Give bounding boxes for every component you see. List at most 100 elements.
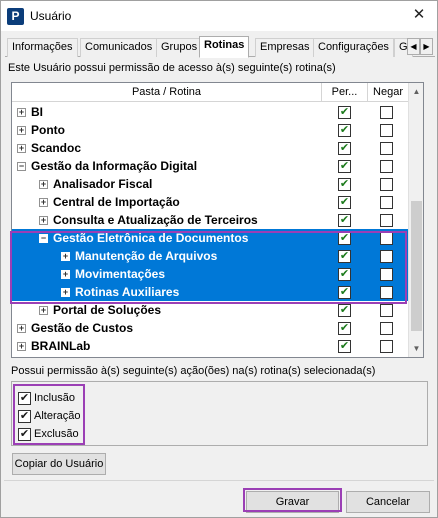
title-bar: P Usuário ✕ [1, 1, 437, 31]
expand-icon[interactable]: + [61, 270, 70, 279]
expand-icon[interactable]: + [39, 198, 48, 207]
inclusao-checkbox[interactable]: ✔ [18, 391, 31, 405]
deny-checkbox[interactable] [380, 340, 393, 353]
action-inclusao[interactable]: ✔ Inclusão [18, 390, 75, 406]
deny-checkbox[interactable] [380, 268, 393, 281]
deny-checkbox[interactable] [380, 160, 393, 173]
expand-icon[interactable]: + [39, 306, 48, 315]
header-path[interactable]: Pasta / Rotina [12, 83, 322, 102]
deny-checkbox[interactable] [380, 286, 393, 299]
tree-row[interactable]: + Movimentações ✔ [12, 265, 409, 283]
tree-row[interactable]: + Consulta e Atualização de Terceiros ✔ [12, 211, 409, 229]
scroll-up-icon[interactable]: ▲ [409, 83, 423, 100]
tab-rotinas[interactable]: Rotinas [199, 36, 250, 58]
grid-scrollbar[interactable]: ▲ ▼ [408, 83, 423, 357]
expand-icon[interactable]: + [61, 252, 70, 261]
tree-row[interactable]: − Gestão Eletrônica de Documentos ✔ [12, 229, 409, 247]
tree-row-label: Scandoc [31, 141, 82, 155]
tree-row[interactable]: + Rotinas Auxiliares ✔ [12, 283, 409, 301]
tree-row-label: Gestão de Custos [31, 321, 134, 335]
deny-checkbox[interactable] [380, 232, 393, 245]
tree-row[interactable]: + Manutenção de Arquivos ✔ [12, 247, 409, 265]
tree-row[interactable]: + BRAINLab ✔ [12, 337, 409, 355]
permit-checkbox[interactable]: ✔ [338, 250, 351, 263]
expand-icon[interactable]: + [17, 144, 26, 153]
tree-row-label: Manutenção de Arquivos [75, 249, 218, 263]
expand-icon[interactable]: + [39, 180, 48, 189]
tab-comunicados[interactable]: Comunicados [80, 38, 158, 57]
permit-checkbox[interactable]: ✔ [338, 160, 351, 173]
tree-row[interactable]: + Scandoc ✔ [12, 139, 409, 157]
deny-checkbox[interactable] [380, 142, 393, 155]
expand-icon[interactable]: + [39, 216, 48, 225]
tree-row[interactable]: + Central de Importação ✔ [12, 193, 409, 211]
permit-checkbox[interactable]: ✔ [338, 214, 351, 227]
copy-from-user-button[interactable]: Copiar do Usuário [12, 453, 106, 475]
permit-checkbox[interactable]: ✔ [338, 232, 351, 245]
action-alteracao[interactable]: ✔ Alteração [18, 408, 80, 424]
deny-checkbox[interactable] [380, 250, 393, 263]
deny-checkbox[interactable] [380, 322, 393, 335]
deny-checkbox[interactable] [380, 304, 393, 317]
cancel-button[interactable]: Cancelar [346, 491, 430, 513]
deny-checkbox[interactable] [380, 214, 393, 227]
expand-icon[interactable]: + [17, 342, 26, 351]
tab-bar: Informações Comunicados Grupos Rotinas E… [5, 36, 435, 58]
deny-checkbox[interactable] [380, 196, 393, 209]
permit-checkbox[interactable]: ✔ [338, 124, 351, 137]
alteracao-checkbox[interactable]: ✔ [18, 409, 31, 423]
deny-checkbox[interactable] [380, 178, 393, 191]
permit-checkbox[interactable]: ✔ [338, 340, 351, 353]
deny-checkbox[interactable] [380, 124, 393, 137]
expand-icon[interactable]: + [17, 126, 26, 135]
tree-row-label: Gestão da Informação Digital [31, 159, 198, 173]
permit-checkbox[interactable]: ✔ [338, 178, 351, 191]
scroll-thumb[interactable] [411, 201, 422, 331]
tab-empresas[interactable]: Empresas [255, 38, 315, 57]
expand-icon[interactable]: + [17, 108, 26, 117]
chevron-right-icon[interactable]: ▶ [420, 38, 433, 55]
expand-icon[interactable]: + [17, 324, 26, 333]
tree-row-label: Gestão Eletrônica de Documentos [53, 231, 249, 245]
alteracao-label: Alteração [34, 410, 81, 422]
exclusao-checkbox[interactable]: ✔ [18, 427, 31, 441]
tree-row-label: Analisador Fiscal [53, 177, 153, 191]
tab-scroll-buttons: ◀ ▶ [407, 38, 433, 55]
save-button[interactable]: Gravar [246, 491, 339, 513]
tree-row[interactable]: + Portal de Soluções ✔ [12, 301, 409, 319]
chevron-left-icon[interactable]: ◀ [407, 38, 420, 55]
tree-row[interactable]: + BI ✔ [12, 103, 409, 121]
inclusao-label: Inclusão [34, 392, 75, 404]
tree-row[interactable]: + Ponto ✔ [12, 121, 409, 139]
tree-row-label: Rotinas Auxiliares [75, 285, 180, 299]
permit-checkbox[interactable]: ✔ [338, 196, 351, 209]
tree-row[interactable]: − Gestão da Informação Digital ✔ [12, 157, 409, 175]
permit-checkbox[interactable]: ✔ [338, 106, 351, 119]
permit-checkbox[interactable]: ✔ [338, 142, 351, 155]
tab-grupos[interactable]: Grupos [156, 38, 203, 57]
grid-header: Pasta / Rotina Per... Negar [12, 83, 409, 102]
collapse-icon[interactable]: − [17, 162, 26, 171]
action-exclusao[interactable]: ✔ Exclusão [18, 426, 79, 442]
expand-icon[interactable]: + [61, 288, 70, 297]
tree-row-label: Ponto [31, 123, 65, 137]
tree-row-label: Portal de Soluções [53, 303, 162, 317]
scroll-down-icon[interactable]: ▼ [409, 340, 423, 357]
tree-row-label: Consulta e Atualização de Terceiros [53, 213, 258, 227]
close-icon[interactable]: ✕ [409, 5, 429, 25]
tab-informacoes[interactable]: Informações [7, 38, 78, 57]
header-permit[interactable]: Per... [322, 83, 368, 102]
deny-checkbox[interactable] [380, 106, 393, 119]
grid-rows: + BI ✔ + Ponto ✔ + Scandoc ✔ − Gestão da Informaçã… [12, 103, 409, 355]
tree-row[interactable]: + Gestão de Custos ✔ [12, 319, 409, 337]
permit-checkbox[interactable]: ✔ [338, 322, 351, 335]
tree-row[interactable]: + Analisador Fiscal ✔ [12, 175, 409, 193]
window-title: Usuário [30, 9, 72, 23]
collapse-icon[interactable]: − [39, 234, 48, 243]
header-deny[interactable]: Negar [368, 83, 409, 102]
routines-info-text: Este Usuário possui permissão de acesso … [8, 62, 336, 74]
permit-checkbox[interactable]: ✔ [338, 268, 351, 281]
permit-checkbox[interactable]: ✔ [338, 286, 351, 299]
permit-checkbox[interactable]: ✔ [338, 304, 351, 317]
tab-configuracoes[interactable]: Configurações [313, 38, 394, 57]
